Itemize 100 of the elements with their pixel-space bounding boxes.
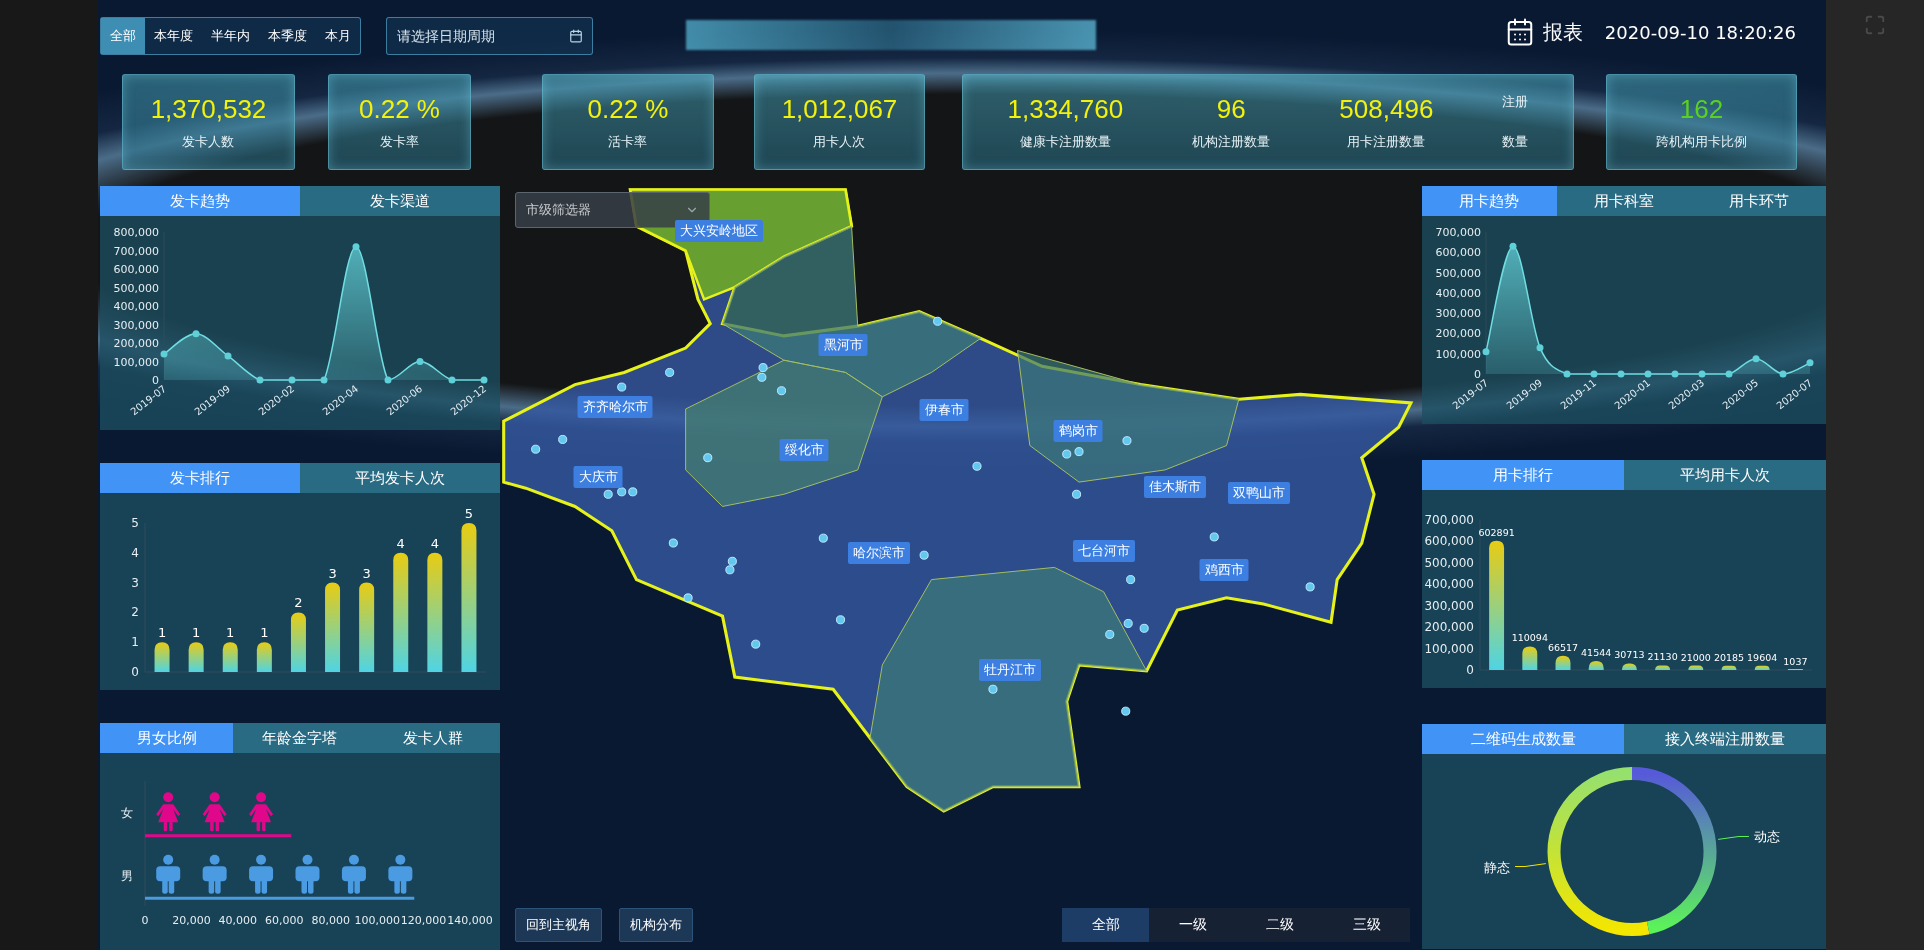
axis-label: 100,000 (113, 355, 159, 369)
panel-tab[interactable]: 用卡环节 (1691, 186, 1826, 216)
location-marker[interactable] (683, 593, 693, 603)
location-marker[interactable] (751, 639, 761, 649)
location-marker[interactable] (1209, 532, 1219, 542)
region-label[interactable]: 鸡西市 (1199, 559, 1249, 581)
location-marker[interactable] (1139, 623, 1149, 633)
axis-label: 3 (131, 575, 139, 590)
axis-label: 女 (121, 806, 133, 821)
date-range-field[interactable]: 请选择日期周期 (386, 17, 593, 55)
stat-value: 1,370,532 (150, 93, 267, 125)
data-label: 3 (328, 565, 337, 581)
location-marker[interactable] (1126, 575, 1136, 585)
map-button[interactable]: 机构分布 (619, 908, 693, 942)
location-marker[interactable] (988, 684, 998, 694)
location-marker[interactable] (818, 533, 828, 543)
location-marker[interactable] (1062, 449, 1072, 459)
location-marker[interactable] (1072, 489, 1082, 499)
location-marker[interactable] (1074, 447, 1084, 457)
axis-label: 500,000 (1435, 266, 1481, 280)
location-marker[interactable] (972, 461, 982, 471)
data-label: 1037 (1783, 655, 1808, 667)
axis-label: 2 (131, 605, 139, 620)
data-label: 4 (430, 535, 439, 551)
region-label[interactable]: 双鸭山市 (1228, 482, 1290, 504)
location-marker[interactable] (1123, 618, 1133, 628)
region-label[interactable]: 大庆市 (573, 466, 623, 488)
region-label[interactable]: 绥化市 (779, 439, 829, 461)
panel-tab[interactable]: 用卡趋势 (1422, 186, 1557, 216)
level-tab[interactable]: 三级 (1323, 908, 1410, 942)
location-marker[interactable] (668, 538, 678, 548)
location-marker[interactable] (617, 487, 627, 497)
location-marker[interactable] (919, 550, 929, 560)
range-tab[interactable]: 本年度 (145, 18, 202, 54)
location-marker[interactable] (558, 434, 568, 444)
level-tab[interactable]: 全部 (1062, 908, 1149, 942)
location-marker[interactable] (727, 556, 737, 566)
male-figure-icon (202, 854, 227, 894)
panel-tab[interactable]: 男女比例 (100, 723, 234, 753)
axis-label: 80,000 (311, 914, 350, 927)
male-figure-icon (341, 854, 366, 894)
region-label[interactable]: 鹤岗市 (1053, 420, 1103, 442)
location-marker[interactable] (603, 489, 613, 499)
location-marker[interactable] (836, 615, 846, 625)
axis-label: 600,000 (113, 263, 159, 276)
region-label[interactable]: 大兴安岭地区 (675, 220, 763, 242)
panel-tab[interactable]: 二维码生成数量 (1422, 724, 1624, 754)
axis-label: 1 (131, 635, 139, 650)
data-label: 1 (192, 625, 201, 641)
panel-tab[interactable]: 接入终端注册数量 (1624, 724, 1826, 754)
axis-label: 300,000 (1424, 598, 1474, 613)
region-label[interactable]: 齐齐哈尔市 (577, 396, 653, 418)
axis-label: 0 (152, 374, 159, 387)
axis-label: 140,000 (447, 914, 493, 927)
range-tab[interactable]: 本月 (316, 18, 360, 54)
panel-tab[interactable]: 用卡科室 (1556, 186, 1692, 216)
axis-label: 0 (1466, 663, 1474, 677)
map-button[interactable]: 回到主视角 (515, 908, 602, 942)
region-label[interactable]: 佳木斯市 (1144, 476, 1206, 498)
region-label[interactable]: 七台河市 (1073, 540, 1135, 562)
panel-tab[interactable]: 发卡渠道 (300, 186, 500, 216)
report-button[interactable]: 报表 (1504, 17, 1583, 47)
location-marker[interactable] (1121, 706, 1131, 716)
location-marker[interactable] (531, 444, 541, 454)
location-marker[interactable] (1305, 582, 1315, 592)
location-marker[interactable] (703, 453, 713, 463)
data-label: 20185 (1713, 651, 1745, 663)
region-label[interactable]: 牡丹江市 (979, 659, 1041, 681)
level-tab[interactable]: 一级 (1149, 908, 1236, 942)
data-label: 66517 (1547, 641, 1579, 653)
location-marker[interactable] (665, 367, 675, 377)
location-marker[interactable] (757, 372, 767, 382)
location-marker[interactable] (628, 487, 638, 497)
panel-tab[interactable]: 发卡人群 (366, 723, 500, 753)
panel-tab[interactable]: 发卡排行 (100, 463, 300, 493)
region-label[interactable]: 哈尔滨市 (848, 542, 910, 564)
axis-label: 40,000 (218, 914, 258, 927)
segment-label: 静态 (1484, 859, 1511, 875)
panel-tab[interactable]: 用卡排行 (1422, 460, 1624, 490)
range-tab[interactable]: 本季度 (259, 18, 316, 54)
axis-label: 0 (131, 665, 139, 679)
panel-tab[interactable]: 年龄金字塔 (233, 723, 367, 753)
location-marker[interactable] (1105, 629, 1115, 639)
panel-tab[interactable]: 平均用卡人次 (1624, 460, 1826, 490)
data-label: 1 (226, 625, 235, 641)
region-label[interactable]: 伊春市 (919, 399, 969, 421)
panel-tab[interactable]: 平均发卡人次 (300, 463, 500, 493)
stat-value: 1,334,760 (1007, 93, 1124, 125)
panel-tab[interactable]: 发卡趋势 (100, 186, 300, 216)
range-tab[interactable]: 半年内 (202, 18, 259, 54)
location-marker[interactable] (758, 363, 768, 373)
location-marker[interactable] (776, 386, 787, 396)
data-label: 30713 (1614, 649, 1645, 661)
region-label[interactable]: 黑河市 (818, 334, 868, 356)
location-marker[interactable] (617, 382, 627, 392)
location-marker[interactable] (725, 565, 735, 575)
range-tab[interactable]: 全部 (101, 18, 145, 54)
location-marker[interactable] (1122, 436, 1132, 446)
level-tab[interactable]: 二级 (1236, 908, 1323, 942)
location-marker[interactable] (933, 316, 943, 326)
